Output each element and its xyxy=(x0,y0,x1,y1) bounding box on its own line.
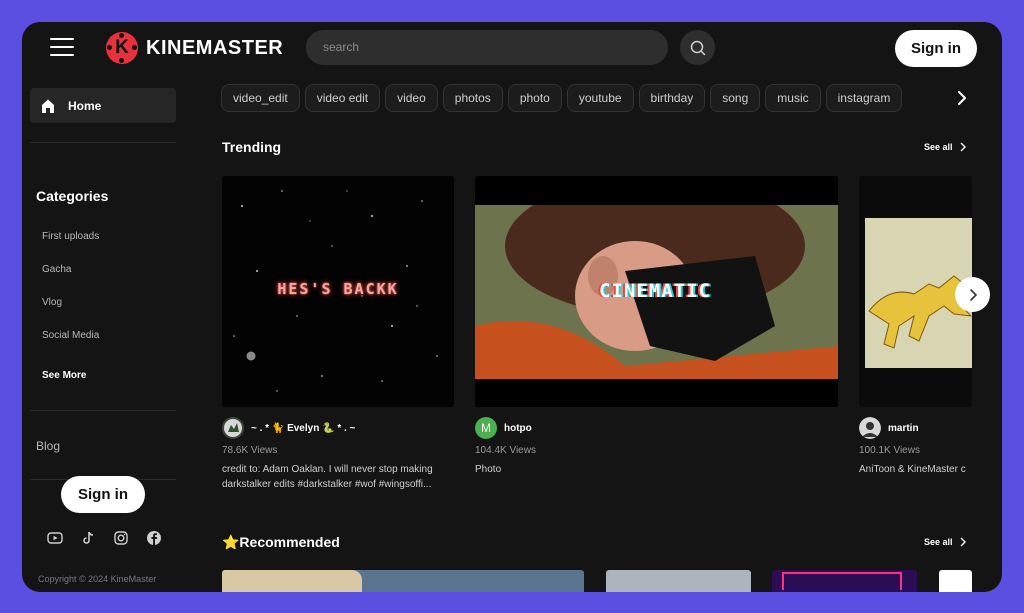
search-icon xyxy=(690,40,705,55)
categories-heading: Categories xyxy=(36,188,109,204)
sidebar: Home Categories First uploads Gacha Vlog… xyxy=(22,74,198,592)
see-all-label: See all xyxy=(924,537,953,547)
video-thumbnail: HES'S BACKK xyxy=(222,176,454,407)
tag-chip[interactable]: instagram xyxy=(825,84,903,112)
search-button[interactable] xyxy=(680,30,715,65)
tag-chip[interactable]: music xyxy=(765,84,821,112)
card-description: credit to: Adam Oaklan. I will never sto… xyxy=(222,464,433,490)
recommended-heading: ⭐Recommended xyxy=(222,534,340,550)
thumbnail-overlay-text: HES'S BACKK xyxy=(277,280,399,298)
card-description: AniToon & KineMaster c xyxy=(859,464,966,475)
see-more-link[interactable]: See More xyxy=(42,370,86,381)
card-meta: ~ . * 🐈 Evelyn 🐍 * . ~ 78.6K Views credi… xyxy=(222,416,462,492)
tag-list: video_edit video edit video photos photo yout… xyxy=(221,84,972,112)
tag-chip[interactable]: birthday xyxy=(638,84,706,112)
youtube-icon[interactable] xyxy=(47,530,63,546)
kinemaster-logo-mark: K xyxy=(106,32,138,64)
recommended-thumbnail[interactable] xyxy=(606,570,751,592)
card-description: Photo xyxy=(475,464,502,475)
card-meta: martin 100.1K Views AniToon & KineMaster… xyxy=(859,416,972,477)
tag-chip[interactable]: video_edit xyxy=(221,84,300,112)
trending-card[interactable]: CINEMATIC M hotpo 104.4K Views Photo xyxy=(475,176,838,475)
tag-chip[interactable]: video xyxy=(385,84,438,112)
sidebar-item-label: Home xyxy=(68,98,102,113)
view-count: 78.6K Views xyxy=(222,445,278,456)
chevron-right-icon xyxy=(960,537,966,547)
avatar xyxy=(859,417,881,439)
avatar: M xyxy=(475,417,497,439)
tiktok-icon[interactable] xyxy=(80,530,96,546)
trending-card[interactable]: martin 100.1K Views AniToon & KineMaster… xyxy=(859,176,972,506)
divider xyxy=(30,142,176,143)
author-row: martin xyxy=(859,416,972,440)
social-links xyxy=(47,530,162,546)
video-thumbnail: CINEMATIC xyxy=(475,176,838,407)
blog-link[interactable]: Blog xyxy=(36,439,60,453)
tag-chip[interactable]: youtube xyxy=(566,84,634,112)
card-meta: M hotpo 104.4K Views Photo xyxy=(475,416,715,477)
view-count: 100.1K Views xyxy=(859,445,920,456)
trending-card[interactable]: HES'S BACKK ~ . * 🐈 Evelyn 🐍 * . ~ 78.6K… xyxy=(222,176,454,490)
kinemaster-logo[interactable]: K KINEMASTER xyxy=(106,32,283,64)
recommended-thumbnail[interactable] xyxy=(939,570,972,592)
see-all-label: See all xyxy=(924,142,953,152)
divider xyxy=(30,410,176,411)
author-name[interactable]: martin xyxy=(888,423,919,434)
category-first-uploads[interactable]: First uploads xyxy=(42,231,99,242)
sidebar-item-home[interactable]: Home xyxy=(30,88,176,123)
carousel-next-button[interactable] xyxy=(955,277,990,312)
tag-chip[interactable]: photos xyxy=(442,84,503,112)
facebook-icon[interactable] xyxy=(146,530,162,546)
view-count: 104.4K Views xyxy=(475,445,536,456)
copyright-text: Copyright © 2024 KineMaster xyxy=(38,574,157,584)
tag-chip[interactable]: song xyxy=(710,84,761,112)
instagram-icon[interactable] xyxy=(113,530,129,546)
chevron-right-icon[interactable] xyxy=(952,88,972,108)
trending-see-all-link[interactable]: See all xyxy=(924,142,967,152)
author-row: M hotpo xyxy=(475,416,715,440)
brand-name: KINEMASTER xyxy=(146,36,284,59)
recommended-see-all-link[interactable]: See all xyxy=(924,537,967,547)
recommended-thumbnail[interactable] xyxy=(222,570,584,592)
tag-chip[interactable]: photo xyxy=(507,84,562,112)
menu-icon[interactable] xyxy=(50,38,74,58)
search-input[interactable]: search xyxy=(306,30,668,65)
chevron-right-icon xyxy=(969,288,977,301)
avatar xyxy=(222,417,244,439)
thumbnail-overlay-text: CINEMATIC xyxy=(599,280,711,302)
author-name[interactable]: ~ . * 🐈 Evelyn 🐍 * . ~ xyxy=(251,423,355,434)
author-row: ~ . * 🐈 Evelyn 🐍 * . ~ xyxy=(222,416,462,440)
chevron-right-icon xyxy=(960,142,966,152)
category-gacha[interactable]: Gacha xyxy=(42,264,71,275)
app-window: K KINEMASTER search Sign in Home Categor… xyxy=(22,22,1002,592)
sign-in-button[interactable]: Sign in xyxy=(895,30,977,67)
category-social-media[interactable]: Social Media xyxy=(42,330,99,341)
author-name[interactable]: hotpo xyxy=(504,423,532,434)
category-vlog[interactable]: Vlog xyxy=(42,297,62,308)
trending-heading: Trending xyxy=(222,139,282,155)
home-icon xyxy=(42,99,54,113)
top-bar: K KINEMASTER search Sign in xyxy=(22,22,1002,74)
recommended-thumbnail[interactable] xyxy=(772,570,917,592)
tag-chip[interactable]: video edit xyxy=(304,84,381,112)
sidebar-sign-in-button[interactable]: Sign in xyxy=(61,476,145,513)
